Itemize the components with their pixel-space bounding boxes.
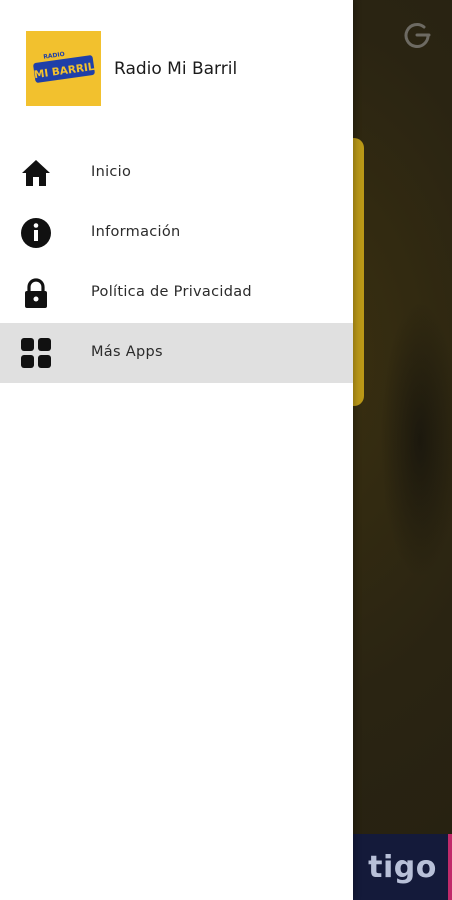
menu-item-label: Más Apps: [91, 344, 163, 360]
app-logo-graphic: MI BARRIL RADIO: [26, 31, 101, 106]
sponsor-banner-stripe: [448, 834, 452, 900]
navigation-drawer: MI BARRIL RADIO Radio Mi Barril Inicio I…: [0, 0, 353, 900]
menu-item-politica-privacidad[interactable]: Política de Privacidad: [0, 263, 353, 323]
menu-item-label: Información: [91, 224, 181, 240]
menu-item-label: Política de Privacidad: [91, 284, 252, 300]
apps-grid-icon: [20, 337, 52, 369]
home-icon: [20, 157, 52, 189]
sponsor-banner-text: tigo: [368, 849, 437, 885]
menu-item-label: Inicio: [91, 164, 132, 180]
drawer-menu: Inicio Información Política de Privacida…: [0, 143, 353, 383]
drawer-header: MI BARRIL RADIO Radio Mi Barril: [0, 0, 353, 140]
menu-item-informacion[interactable]: Información: [0, 203, 353, 263]
app-title: Radio Mi Barril: [114, 59, 238, 79]
lock-icon: [20, 277, 52, 309]
background-shadow: [380, 300, 452, 580]
sponsor-banner[interactable]: tigo: [353, 834, 452, 900]
menu-item-inicio[interactable]: Inicio: [0, 143, 353, 203]
power-icon[interactable]: [400, 18, 434, 52]
menu-item-mas-apps[interactable]: Más Apps: [0, 323, 353, 383]
app-logo: MI BARRIL RADIO: [26, 31, 101, 106]
info-icon: [20, 217, 52, 249]
